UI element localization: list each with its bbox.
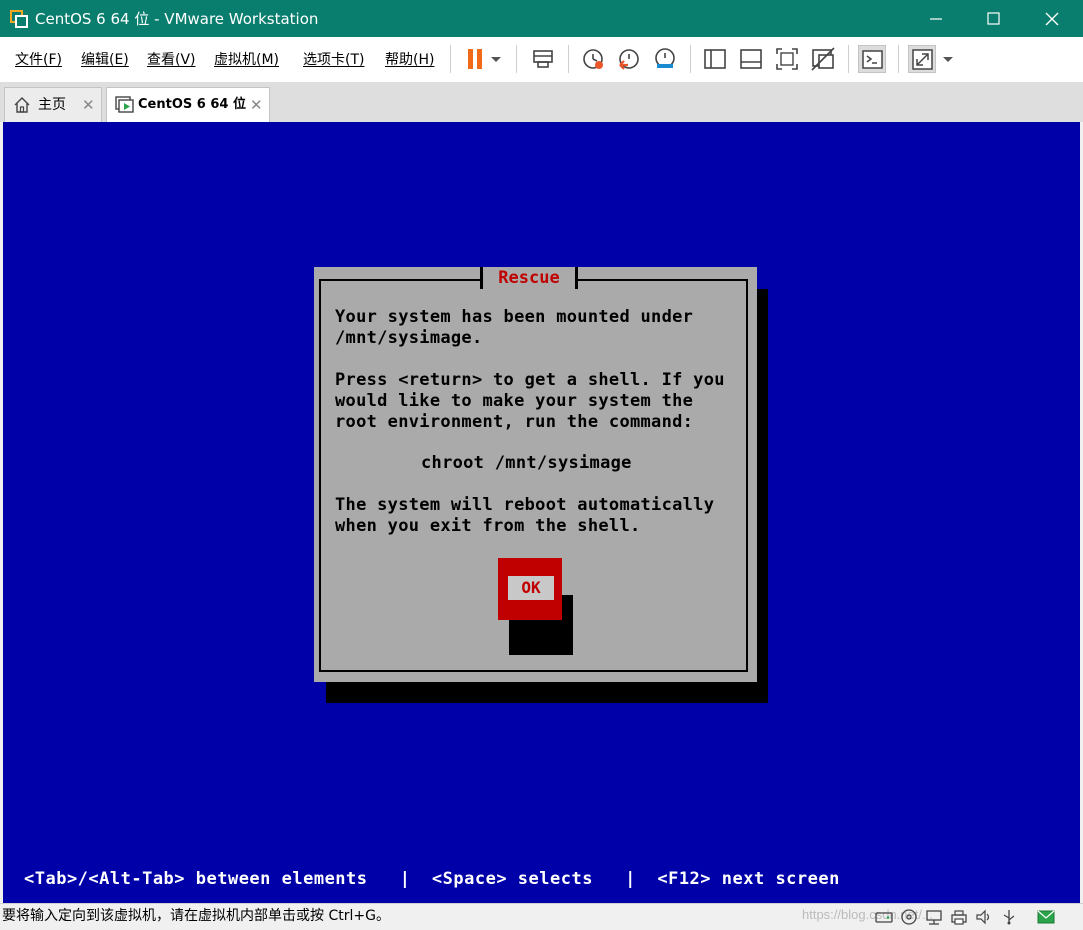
snapshot-manager-icon[interactable] <box>651 45 679 73</box>
menu-bar: 文件(F) 编辑(E) 查看(V) 虚拟机(M) 选项卡(T) 帮助(H) <box>0 37 1083 83</box>
printer-icon[interactable] <box>950 908 968 926</box>
close-icon[interactable]: ✕ <box>250 97 263 113</box>
keyboard-hint: <Tab>/<Alt-Tab> between elements | <Spac… <box>24 869 840 889</box>
dialog-paragraph-3: The system will reboot automatically whe… <box>335 495 715 536</box>
status-bar: 要将输入定向到该虚拟机，请在虚拟机内部单击或按 Ctrl+G。 https://… <box>0 903 1083 929</box>
dropdown-icon[interactable] <box>938 45 958 73</box>
vmware-icon <box>10 10 28 28</box>
library-icon[interactable] <box>701 45 729 73</box>
dialog-paragraph-1: Your system has been mounted under /mnt/… <box>335 307 694 348</box>
console-view-icon[interactable] <box>858 45 886 73</box>
vm-running-icon <box>115 96 135 118</box>
title-bar: CentOS 6 64 位 - VMware Workstation <box>0 0 1083 37</box>
menu-help[interactable]: 帮助(H) <box>385 51 434 69</box>
ok-button[interactable]: OK <box>498 558 562 620</box>
menu-vm[interactable]: 虚拟机(M) <box>214 51 279 69</box>
thumbnail-bar-icon[interactable] <box>737 45 765 73</box>
unity-icon[interactable] <box>809 45 837 73</box>
snapshot-icon[interactable] <box>579 45 607 73</box>
toolbar-separator <box>898 45 899 73</box>
dialog-title: Rescue <box>480 267 578 289</box>
cd-dvd-icon[interactable] <box>900 908 918 926</box>
message-icon[interactable] <box>1037 908 1055 926</box>
vm-console[interactable]: Rescue Your system has been mounted unde… <box>3 122 1080 903</box>
minimize-button[interactable] <box>907 0 965 37</box>
menu-tabs[interactable]: 选项卡(T) <box>303 51 364 69</box>
menu-file[interactable]: 文件(F) <box>15 51 62 69</box>
toolbar-separator <box>568 45 569 73</box>
maximize-button[interactable] <box>965 0 1023 37</box>
menu-edit[interactable]: 编辑(E) <box>81 51 129 69</box>
usb-icon[interactable] <box>1000 908 1018 926</box>
status-text: 要将输入定向到该虚拟机，请在虚拟机内部单击或按 Ctrl+G。 <box>2 908 390 924</box>
toolbar-separator <box>848 45 849 73</box>
close-icon[interactable]: ✕ <box>82 97 95 113</box>
tab-centos-label: CentOS 6 64 位 <box>138 97 246 112</box>
menu-view[interactable]: 查看(V) <box>147 51 196 69</box>
ok-button-label: OK <box>521 578 541 597</box>
tab-home[interactable]: 主页 ✕ <box>4 87 102 122</box>
network-icon[interactable] <box>925 908 943 926</box>
sound-icon[interactable] <box>975 908 993 926</box>
tab-bar: 主页 ✕ CentOS 6 64 位 ✕ <box>0 82 1083 122</box>
tab-home-label: 主页 <box>38 97 66 113</box>
hard-disk-icon[interactable] <box>875 908 893 926</box>
ok-button-face: OK <box>506 574 556 602</box>
toolbar-separator <box>516 45 517 73</box>
dropdown-icon[interactable] <box>486 45 506 73</box>
home-icon <box>13 96 31 118</box>
tab-centos[interactable]: CentOS 6 64 位 ✕ <box>106 87 270 122</box>
send-ctrl-alt-del-icon[interactable] <box>529 45 557 73</box>
revert-snapshot-icon[interactable] <box>615 45 643 73</box>
full-screen-icon[interactable] <box>773 45 801 73</box>
window-title: CentOS 6 64 位 - VMware Workstation <box>35 10 319 28</box>
dialog-command: chroot /mnt/sysimage <box>421 453 632 473</box>
toolbar-separator <box>690 45 691 73</box>
close-button[interactable] <box>1023 0 1081 37</box>
dialog-paragraph-2: Press <return> to get a shell. If you wo… <box>335 370 725 432</box>
stretch-guest-icon[interactable] <box>908 45 936 73</box>
toolbar-separator <box>450 45 451 73</box>
